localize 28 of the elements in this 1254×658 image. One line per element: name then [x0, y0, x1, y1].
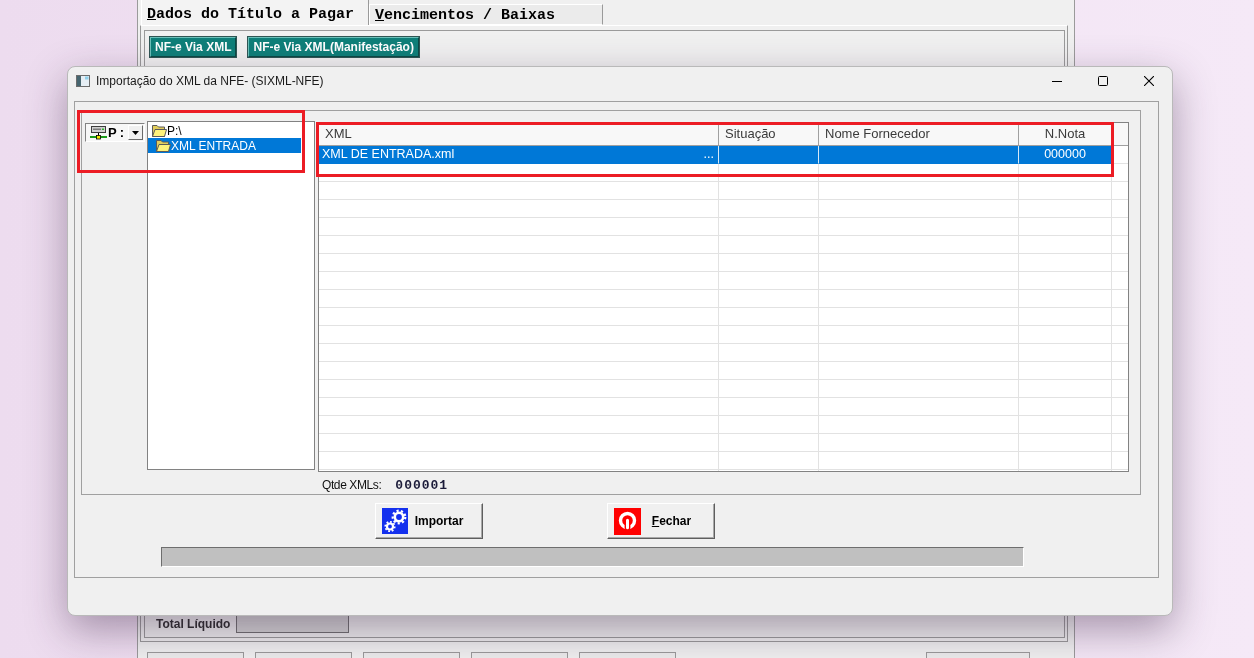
drive-selector[interactable]: P: — [85, 123, 145, 142]
close-icon — [1144, 76, 1154, 86]
table-cell: 000000 — [1044, 147, 1086, 161]
power-icon — [614, 507, 641, 535]
gears-icon — [382, 508, 408, 534]
ellipsis-button[interactable]: ... — [703, 146, 714, 163]
window-title: Importação do XML da NFE- (SIXML-NFE) — [96, 74, 324, 88]
total-label: Total Líquido — [156, 616, 231, 631]
xml-import-button[interactable]: NF-e Via XML(Manifestação) — [248, 37, 419, 57]
caret-icon — [132, 130, 139, 135]
maximize-icon — [1098, 76, 1108, 86]
count-value: 000001 — [395, 477, 449, 493]
table-row[interactable]: XML DE ENTRADA.xml ... 000000 — [319, 146, 1112, 164]
network-drive-icon — [90, 125, 107, 140]
tab[interactable]: Dados do Título a Pagar — [141, 0, 369, 25]
app-icon — [76, 75, 90, 87]
count-label: Qtde XMLs: — [322, 478, 382, 492]
xml-import-button[interactable]: NF-e Via XML — [150, 37, 237, 57]
tab[interactable]: Vencimentos / Baixas — [369, 4, 603, 25]
dropdown-button[interactable] — [128, 125, 143, 140]
import-button[interactable]: Importar — [375, 503, 483, 539]
close-button[interactable]: Fechar — [607, 503, 715, 539]
table-cell: XML DE ENTRADA.xml — [322, 146, 455, 163]
folder-icon — [152, 124, 167, 137]
folder-item[interactable]: XML ENTRADA — [148, 138, 301, 153]
folder-icon — [156, 139, 171, 152]
minimize-icon — [1052, 80, 1062, 82]
folder-item[interactable]: P:\ — [148, 123, 301, 138]
